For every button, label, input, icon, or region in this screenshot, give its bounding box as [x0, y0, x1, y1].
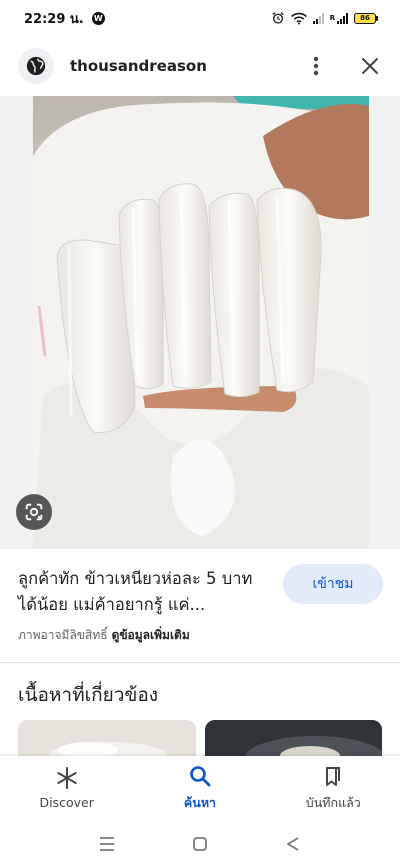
back-icon[interactable]: [281, 832, 305, 856]
related-thumbnail[interactable]: [205, 720, 382, 760]
nav-discover-label: Discover: [39, 795, 94, 810]
system-nav: [0, 820, 400, 868]
battery-level: 86: [354, 12, 376, 24]
copyright-row: ภาพอาจมีลิขสิทธิ์ ดูข้อมูลเพิ่มเติม: [18, 626, 190, 645]
result-image[interactable]: [33, 96, 369, 549]
network-label: R: [329, 14, 335, 22]
more-info-link[interactable]: ดูข้อมูลเพิ่มเติม: [112, 626, 190, 645]
lens-icon: [25, 503, 43, 521]
status-time: 22:29 น.: [24, 11, 84, 27]
status-left: 22:29 น. W: [24, 8, 105, 29]
copyright-notice: ภาพอาจมีลิขสิทธิ์: [18, 628, 108, 642]
nav-search[interactable]: ค้นหา: [133, 756, 266, 820]
status-right: R 86: [271, 11, 378, 25]
wifi-icon: [290, 12, 307, 24]
status-bar: 22:29 น. W R 86: [0, 0, 400, 36]
visit-button[interactable]: เข้าชม: [283, 564, 383, 604]
result-title[interactable]: ลูกค้าทัก ข้าวเหนียวห่อละ 5 บาทได้น้อย แ…: [18, 566, 270, 618]
bookmark-icon: [326, 766, 341, 786]
app-notification-icon: W: [91, 11, 105, 25]
signal-1-icon: [312, 12, 324, 24]
home-icon[interactable]: [188, 832, 212, 856]
recent-apps-icon[interactable]: [95, 832, 119, 856]
header: thousandreason: [0, 44, 400, 88]
google-lens-button[interactable]: [16, 494, 52, 530]
close-icon[interactable]: [358, 54, 382, 78]
site-name[interactable]: thousandreason: [70, 57, 207, 75]
divider: [0, 662, 400, 663]
bottom-nav: Discover ค้นหา บันทึกแล้ว: [0, 756, 400, 820]
search-icon: [190, 765, 211, 786]
nav-discover[interactable]: Discover: [0, 756, 133, 820]
related-thumbnail[interactable]: [18, 720, 196, 760]
alarm-icon: [271, 12, 284, 24]
signal-2-icon: [337, 12, 348, 24]
nav-search-label: ค้นหา: [183, 794, 217, 810]
more-vert-icon[interactable]: [304, 54, 328, 78]
battery-icon: 86: [354, 12, 378, 24]
related-content-heading: เนื้อหาที่เกี่ยวข้อง: [18, 684, 159, 706]
asterisk-icon: [56, 767, 77, 789]
header-actions: [304, 54, 382, 78]
nav-saved[interactable]: บันทึกแล้ว: [267, 756, 400, 820]
globe-icon: [18, 48, 54, 84]
nav-saved-label: บันทึกแล้ว: [305, 794, 361, 810]
image-viewer[interactable]: [0, 96, 400, 549]
